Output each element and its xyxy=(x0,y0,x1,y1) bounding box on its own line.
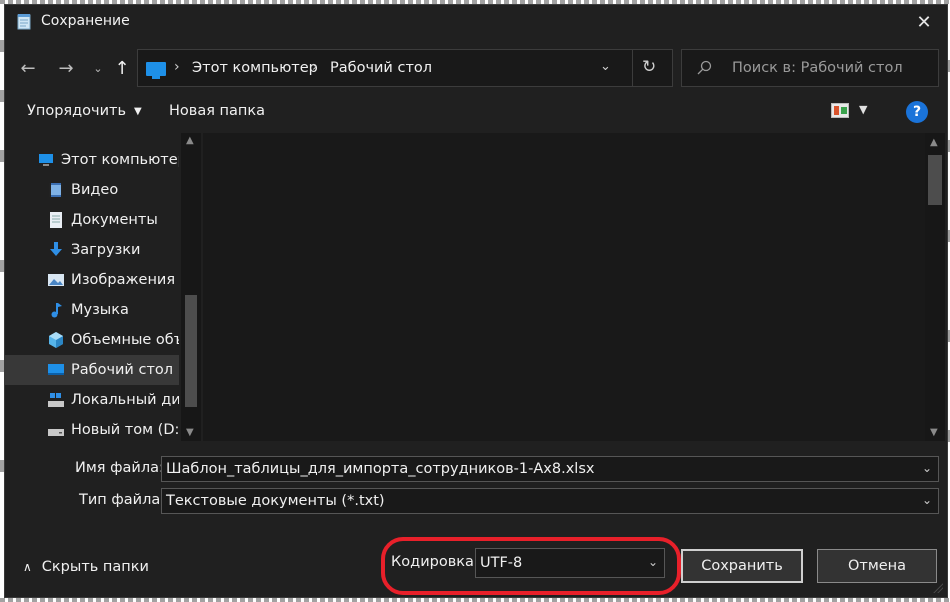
up-button[interactable]: ↑ xyxy=(109,53,135,83)
local-disk-icon xyxy=(48,393,64,407)
computer-icon xyxy=(146,62,166,79)
close-button[interactable]: ✕ xyxy=(901,5,947,39)
save-dialog: Сохранение ✕ ← → ⌄ ↑ › Этот компьютер › … xyxy=(4,4,948,598)
desktop-icon xyxy=(48,364,64,375)
sidebar-item-label: Изображения xyxy=(71,272,176,288)
chevron-down-icon: ⌄ xyxy=(93,61,103,75)
3d-objects-icon xyxy=(49,332,63,348)
window-title: Сохранение xyxy=(41,13,130,29)
close-icon: ✕ xyxy=(916,11,932,33)
organize-button[interactable]: Упорядочить ▼ xyxy=(27,103,142,119)
notepad-icon xyxy=(17,14,31,30)
file-list-scrollbar[interactable]: ▲ ▼ xyxy=(925,133,945,441)
filetype-label: Тип файла: xyxy=(79,492,166,508)
breadcrumb-desktop[interactable]: Рабочий стол xyxy=(330,60,432,76)
recent-locations-button[interactable]: ⌄ xyxy=(85,53,111,83)
resize-grip-icon[interactable] xyxy=(933,583,943,593)
sidebar-item-this-pc[interactable]: Этот компьютер xyxy=(5,145,179,175)
scroll-up-icon[interactable]: ▲ xyxy=(186,135,194,146)
scroll-down-icon[interactable]: ▼ xyxy=(186,427,194,438)
search-input[interactable]: Поиск в: Рабочий стол xyxy=(681,49,939,87)
sidebar-item-label: Объемные объекты xyxy=(71,332,179,348)
sidebar-item-downloads[interactable]: Загрузки xyxy=(5,235,179,265)
caret-down-icon: ▼ xyxy=(134,106,142,117)
chevron-right-icon[interactable]: › xyxy=(312,59,318,75)
arrow-up-icon: ↑ xyxy=(114,57,130,79)
sidebar-item-label: Рабочий стол xyxy=(71,362,174,378)
arrow-left-icon: ← xyxy=(20,57,36,79)
filetype-select[interactable]: Текстовые документы (*.txt) ⌄ xyxy=(161,488,939,514)
new-folder-label: Новая папка xyxy=(169,103,266,119)
sidebar-item-local-disk[interactable]: Локальный диск (C:) xyxy=(5,385,179,415)
sidebar-item-label: Этот компьютер xyxy=(61,152,179,168)
caret-down-icon[interactable]: ▼ xyxy=(859,103,867,116)
sidebar-item-volume-d[interactable]: Новый том (D:) xyxy=(5,415,179,441)
filename-value: Шаблон_таблицы_для_импорта_сотрудников-1… xyxy=(166,461,595,477)
music-icon xyxy=(51,303,62,318)
search-icon xyxy=(697,60,712,75)
filetype-value: Текстовые документы (*.txt) xyxy=(166,493,385,509)
divider xyxy=(632,50,633,86)
organize-label: Упорядочить xyxy=(27,103,126,119)
sidebar-item-video[interactable]: Видео xyxy=(5,175,179,205)
chevron-right-icon[interactable]: › xyxy=(174,59,180,75)
forward-button[interactable]: → xyxy=(53,53,79,83)
sidebar-item-documents[interactable]: Документы xyxy=(5,205,179,235)
chevron-down-icon[interactable]: ⌄ xyxy=(600,59,611,74)
sidebar-item-pictures[interactable]: Изображения xyxy=(5,265,179,295)
search-placeholder: Поиск в: Рабочий стол xyxy=(732,60,903,76)
encoding-highlight-annotation xyxy=(381,537,681,595)
scroll-down-icon[interactable]: ▼ xyxy=(930,427,938,438)
new-folder-button[interactable]: Новая папка xyxy=(169,103,265,119)
refresh-icon[interactable]: ↻ xyxy=(642,57,656,77)
sidebar-item-3d-objects[interactable]: Объемные объекты xyxy=(5,325,179,355)
file-list-area[interactable] xyxy=(203,133,925,441)
view-options-icon[interactable] xyxy=(831,103,849,118)
address-bar[interactable]: › Этот компьютер › Рабочий стол ⌄ ↻ xyxy=(137,49,673,87)
sidebar-item-label: Документы xyxy=(71,212,158,228)
computer-icon xyxy=(39,154,53,166)
back-button[interactable]: ← xyxy=(15,53,41,83)
scrollbar-thumb[interactable] xyxy=(928,155,942,205)
downloads-icon xyxy=(50,242,62,256)
cancel-button[interactable]: Отмена xyxy=(817,549,937,583)
save-button[interactable]: Сохранить xyxy=(681,549,803,583)
sidebar-item-label: Музыка xyxy=(71,302,129,318)
filename-label: Имя файла: xyxy=(75,460,164,476)
help-button[interactable]: ? xyxy=(906,101,928,123)
sidebar-item-desktop[interactable]: Рабочий стол xyxy=(5,355,179,385)
title-bar: Сохранение ✕ xyxy=(5,5,947,39)
navigation-pane: Этот компьютер Видео Документы Загрузки xyxy=(5,133,201,441)
hide-folders-button[interactable]: ∧ Скрыть папки xyxy=(23,559,149,575)
scrollbar-thumb[interactable] xyxy=(185,295,197,407)
sidebar-item-label: Видео xyxy=(71,182,119,198)
sidebar-item-music[interactable]: Музыка xyxy=(5,295,179,325)
filename-field[interactable]: Шаблон_таблицы_для_импорта_сотрудников-1… xyxy=(161,456,939,482)
video-icon xyxy=(49,183,63,197)
pictures-icon xyxy=(48,274,64,286)
chevron-down-icon[interactable]: ⌄ xyxy=(922,493,932,507)
sidebar-item-label: Загрузки xyxy=(71,242,141,258)
breadcrumb-this-pc[interactable]: Этот компьютер xyxy=(192,60,318,76)
chevron-down-icon[interactable]: ⌄ xyxy=(922,461,932,475)
sidebar-item-label: Локальный диск (C:) xyxy=(71,392,179,408)
chevron-up-icon: ∧ xyxy=(23,560,32,574)
volume-icon xyxy=(48,429,64,436)
documents-icon xyxy=(50,212,62,228)
sidebar-scrollbar[interactable]: ▲ ▼ xyxy=(181,133,201,441)
arrow-right-icon: → xyxy=(58,57,74,79)
scroll-up-icon[interactable]: ▲ xyxy=(930,137,938,148)
sidebar-item-label: Новый том (D:) xyxy=(71,422,179,438)
hide-folders-label: Скрыть папки xyxy=(41,559,149,575)
